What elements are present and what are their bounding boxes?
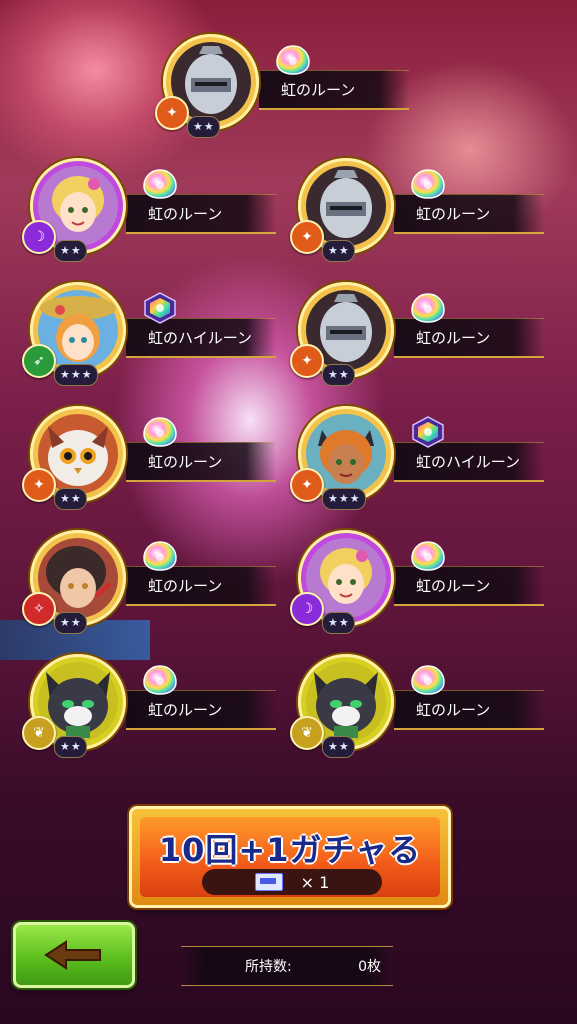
rainbow-rune-icon (275, 44, 311, 75)
rarity-stars: ★ ★ (54, 736, 87, 758)
spear-class-icon: ➶ (22, 344, 56, 378)
star-icon: ★ (338, 368, 349, 381)
rune-name: 虹のハイルーン (394, 442, 544, 482)
star-icon: ★ (338, 740, 349, 753)
star-icon: ★ (338, 616, 349, 629)
rarity-stars: ★ ★ (187, 116, 220, 138)
star-icon: ★ (70, 616, 81, 629)
rarity-stars: ★ ★ (54, 488, 87, 510)
ticket-icon (254, 873, 283, 891)
rarity-stars: ★ ★ (54, 612, 87, 634)
result-card[interactable]: 虹のハイルーン ✦ ★ ★ ★ (290, 406, 558, 516)
rainbow-high-rune-icon (142, 292, 178, 324)
rune-name: 虹のルーン (394, 690, 544, 730)
result-card[interactable]: 虹のルーン ✦ ★ ★ (290, 158, 558, 268)
staff-class-icon: ☽ (22, 220, 56, 254)
rainbow-rune-icon (142, 540, 178, 571)
star-icon: ★ (193, 120, 203, 133)
rainbow-high-rune-icon (410, 416, 446, 448)
result-card[interactable]: 虹のルーン ☽ ★ ★ (290, 530, 558, 640)
rune-name: 虹のルーン (394, 566, 544, 606)
star-icon: ★ (328, 244, 338, 257)
owned-value: 0枚 (358, 959, 381, 975)
rune-name: 虹のルーン (394, 194, 544, 234)
leaf-class-icon: ❦ (290, 716, 324, 750)
gacha-button-label: 10回+1ガチャる (158, 831, 422, 869)
ticket-cost: × 1 (202, 869, 382, 895)
leaf-class-icon: ❦ (22, 716, 56, 750)
staff-class-icon: ☽ (290, 592, 324, 626)
result-card[interactable]: 虹のルーン ✦ ★ ★ (22, 406, 290, 516)
result-card[interactable]: 虹のルーン ✦ ★ ★ (290, 282, 558, 392)
rune-name: 虹のハイルーン (126, 318, 276, 358)
bow-class-icon: ✦ (290, 344, 324, 378)
star-icon: ★ (328, 740, 338, 753)
rarity-stars: ★ ★ ★ (54, 364, 98, 386)
star-icon: ★ (338, 492, 349, 505)
rune-name: 虹のルーン (126, 566, 276, 606)
ticket-count: × 1 (300, 872, 330, 892)
star-icon: ★ (349, 492, 360, 505)
owned-label: 所持数: (245, 959, 292, 975)
result-card[interactable]: 虹のハイルーン ➶ ★ ★ ★ (22, 282, 290, 392)
rainbow-rune-icon (142, 168, 178, 199)
rainbow-rune-icon (142, 664, 178, 695)
bow-class-icon: ✦ (155, 96, 189, 130)
star-icon: ★ (70, 368, 81, 381)
star-icon: ★ (70, 492, 81, 505)
rainbow-rune-icon (410, 168, 446, 199)
star-icon: ★ (328, 368, 338, 381)
star-icon: ★ (60, 368, 70, 381)
star-icon: ★ (328, 492, 338, 505)
gacha-button-face: 10回+1ガチャる × 1 (140, 817, 440, 897)
bow-class-icon: ✦ (290, 468, 324, 502)
sword-class-icon: ✧ (22, 592, 56, 626)
result-card[interactable]: 虹のルーン ✧ ★ ★ (22, 530, 290, 640)
back-button[interactable] (13, 922, 135, 988)
star-icon: ★ (203, 120, 214, 133)
rarity-stars: ★ ★ ★ (322, 488, 366, 510)
rune-name: 虹のルーン (259, 70, 409, 110)
rune-name: 虹のルーン (126, 690, 276, 730)
rune-name: 虹のルーン (394, 318, 544, 358)
result-card[interactable]: 虹のルーン ✦ ★ ★ (155, 34, 423, 144)
rainbow-rune-icon (142, 416, 178, 447)
bow-class-icon: ✦ (290, 220, 324, 254)
result-card[interactable]: 虹のルーン ❦ ★ ★ (290, 654, 558, 764)
rune-name: 虹のルーン (126, 194, 276, 234)
rarity-stars: ★ ★ (322, 612, 355, 634)
rune-name: 虹のルーン (126, 442, 276, 482)
star-icon: ★ (60, 244, 70, 257)
bow-class-icon: ✦ (22, 468, 56, 502)
star-icon: ★ (70, 244, 81, 257)
result-card[interactable]: 虹のルーン ☽ ★ ★ (22, 158, 290, 268)
rarity-stars: ★ ★ (322, 240, 355, 262)
star-icon: ★ (60, 616, 70, 629)
rarity-stars: ★ ★ (322, 736, 355, 758)
rarity-stars: ★ ★ (54, 240, 87, 262)
rainbow-rune-icon (410, 540, 446, 571)
rarity-stars: ★ ★ (322, 364, 355, 386)
star-icon: ★ (60, 492, 70, 505)
back-arrow-icon (44, 940, 101, 970)
star-icon: ★ (60, 740, 70, 753)
rainbow-rune-icon (410, 292, 446, 323)
star-icon: ★ (328, 616, 338, 629)
gacha-10plus1-button[interactable]: 10回+1ガチャる × 1 (129, 806, 451, 908)
rainbow-rune-icon (410, 664, 446, 695)
owned-count-bar: 所持数: 0枚 (181, 946, 393, 986)
star-icon: ★ (338, 244, 349, 257)
star-icon: ★ (81, 368, 92, 381)
star-icon: ★ (70, 740, 81, 753)
result-card[interactable]: 虹のルーン ❦ ★ ★ (22, 654, 290, 764)
